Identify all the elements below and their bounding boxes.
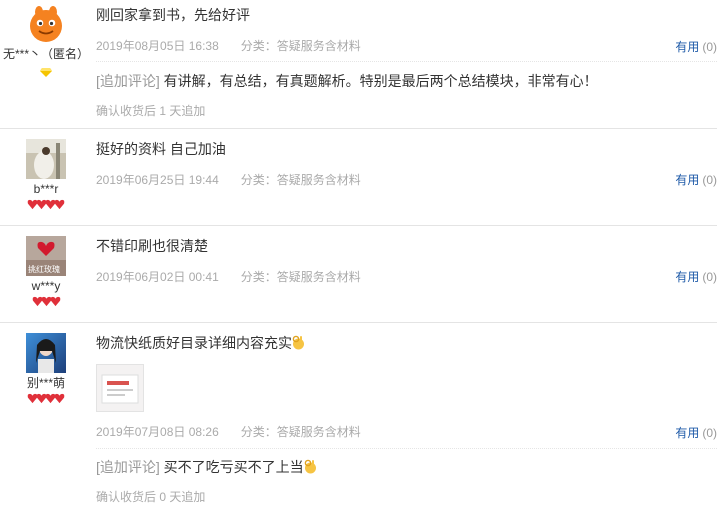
useful-vote: 有用 (0) xyxy=(675,38,717,55)
reviewer-info: b***r xyxy=(0,139,92,211)
heart-diamond-icon xyxy=(54,393,65,404)
ok-hand-emoji-icon xyxy=(304,459,316,474)
review-date: 2019年07月08日 08:26 xyxy=(96,425,219,439)
review-text: 不错印刷也很清楚 xyxy=(96,238,208,254)
useful-vote: 有用 (0) xyxy=(675,268,717,285)
vip-badge xyxy=(0,64,92,77)
heart-diamond-icon xyxy=(54,199,65,210)
review-meta: 2019年08月05日 16:38 分类：答疑服务含材料 xyxy=(96,37,361,54)
useful-count: (0) xyxy=(702,270,717,284)
review-item: 挑红玫瑰 w***y 不错印刷也很清楚 2019年06月02日 00:41 分类：… xyxy=(0,226,717,323)
review-item: b***r 挺好的资料 自己加油 2019年06月25日 19:44 分类：答疑服… xyxy=(0,129,717,226)
reviewer-info: 别***萌 xyxy=(0,333,92,405)
review-meta: 2019年06月02日 00:41 分类：答疑服务含材料 xyxy=(96,268,361,285)
reviewer-name: 无***丶（匿名） xyxy=(2,47,89,61)
review-date: 2019年08月05日 16:38 xyxy=(96,39,219,53)
avatar-caption: 挑红玫瑰 xyxy=(28,265,60,274)
append-tag: [追加评论] xyxy=(96,73,160,89)
review-photo[interactable] xyxy=(96,364,144,412)
level-badges xyxy=(0,393,92,405)
append-review: [追加评论] 买不了吃亏买不了上当 xyxy=(96,458,317,476)
review-meta: 2019年06月25日 19:44 分类：答疑服务含材料 xyxy=(96,171,361,188)
review-category: 分类：答疑服务含材料 xyxy=(240,425,361,439)
photo-avatar-icon[interactable]: 挑红玫瑰 xyxy=(26,236,66,276)
append-text: 买不了吃亏买不了上当 xyxy=(163,459,304,475)
useful-count: (0) xyxy=(702,40,717,54)
review-item: 无***丶（匿名） 刚回家拿到书，先给好评 2019年08月05日 16:38 分… xyxy=(0,0,717,129)
useful-vote: 有用 (0) xyxy=(675,171,717,188)
photo-avatar-icon[interactable] xyxy=(26,139,66,179)
append-tag: [追加评论] xyxy=(96,459,160,475)
review-text: 物流快纸质好目录详细内容充实 xyxy=(96,334,305,352)
diamond-icon xyxy=(40,68,52,77)
divider xyxy=(96,61,717,62)
useful-button[interactable]: 有用 xyxy=(675,426,699,440)
useful-count: (0) xyxy=(702,426,717,440)
review-text-body: 物流快纸质好目录详细内容充实 xyxy=(96,335,292,351)
reviewer-name: w***y xyxy=(31,279,61,293)
append-text: 有讲解，有总结，有真题解析。特别是最后两个总结模块，非常有心！ xyxy=(163,73,598,89)
useful-button[interactable]: 有用 xyxy=(675,173,699,187)
append-review: [追加评论] 有讲解，有总结，有真题解析。特别是最后两个总结模块，非常有心！ xyxy=(96,72,598,90)
reviewer-info: 无***丶（匿名） xyxy=(0,4,92,77)
level-badges xyxy=(0,296,92,308)
useful-vote: 有用 (0) xyxy=(675,424,717,441)
review-date: 2019年06月25日 19:44 xyxy=(96,173,219,187)
review-text: 挺好的资料 自己加油 xyxy=(96,141,226,157)
review-meta: 2019年07月08日 08:26 分类：答疑服务含材料 xyxy=(96,423,361,440)
divider xyxy=(96,448,717,449)
reviewer-info: 挑红玫瑰 w***y xyxy=(0,236,92,308)
useful-button[interactable]: 有用 xyxy=(675,270,699,284)
useful-button[interactable]: 有用 xyxy=(675,40,699,54)
review-category: 分类：答疑服务含材料 xyxy=(240,270,361,284)
heart-diamond-icon xyxy=(50,296,60,307)
orange-cartoon-avatar-icon[interactable] xyxy=(26,4,66,44)
reviewer-name: b***r xyxy=(33,182,59,196)
reviewer-name: 别***萌 xyxy=(26,376,65,390)
review-item: 别***萌 物流快纸质好目录详细内容充实 2019年07月08日 08:26 分类… xyxy=(0,323,717,504)
useful-count: (0) xyxy=(702,173,717,187)
review-date: 2019年06月02日 00:41 xyxy=(96,270,219,284)
photo-avatar-icon[interactable] xyxy=(26,333,66,373)
review-category: 分类：答疑服务含材料 xyxy=(240,173,361,187)
append-note: 确认收货后 0 天追加 xyxy=(96,490,206,504)
ok-hand-emoji-icon xyxy=(292,335,304,350)
review-category: 分类：答疑服务含材料 xyxy=(240,39,361,53)
append-note: 确认收货后 1 天追加 xyxy=(96,104,206,118)
level-badges xyxy=(0,199,92,211)
book-photo-icon xyxy=(97,365,143,411)
review-text: 刚回家拿到书，先给好评 xyxy=(96,7,250,23)
